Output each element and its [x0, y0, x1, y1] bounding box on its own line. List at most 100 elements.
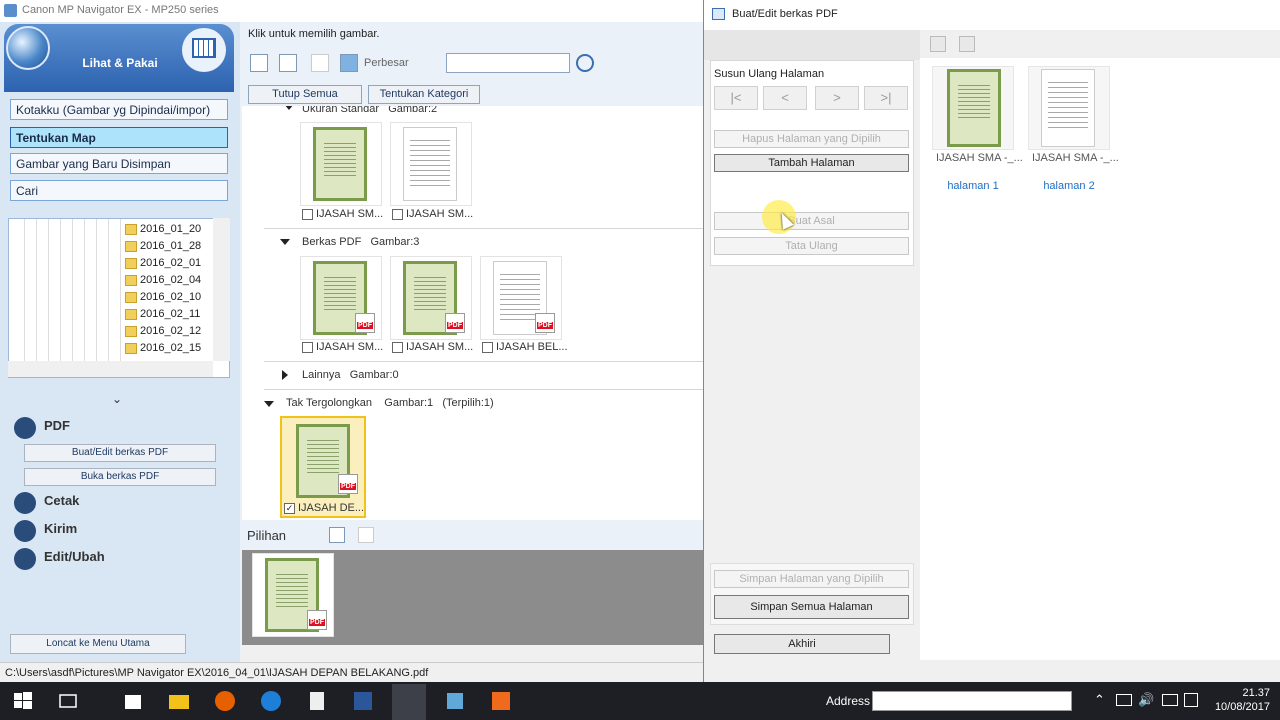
open-pdf-button[interactable]: Buka berkas PDF [24, 468, 216, 486]
system-clock[interactable]: 21.37 10/08/2017 [1200, 686, 1270, 714]
page-thumbnail[interactable] [1028, 66, 1110, 150]
collapse-arrow-icon[interactable] [282, 370, 288, 380]
input-method-icon[interactable] [1162, 694, 1178, 706]
nav-my-box[interactable]: Kotakku (Gambar yg Dipindai/impor) [10, 99, 228, 120]
delete-selected-page-button[interactable]: Hapus Halaman yang Dipilih [714, 130, 909, 148]
tree-item[interactable]: 2016_02_12 [9, 323, 214, 340]
image-list[interactable]: Ukuran Standar Gambar:2 IJASAH SM... IJA… [242, 106, 705, 520]
folder-tree[interactable]: 2016_01_20 2016_01_28 2016_02_01 2016_02… [8, 218, 230, 378]
mp-navigator-taskbar-icon[interactable] [392, 684, 426, 720]
pdf-section: PDF [12, 415, 232, 439]
expand-arrow-icon[interactable] [280, 239, 290, 245]
thumbnail-label: IJASAH SM... [406, 341, 474, 353]
notepad-icon[interactable] [304, 688, 330, 714]
selection-bar [242, 520, 705, 550]
tree-horizontal-scrollbar[interactable] [8, 361, 213, 377]
app-taskbar-icon[interactable] [442, 688, 468, 714]
next-page-button[interactable]: > [815, 86, 859, 110]
select-checkbox[interactable] [482, 342, 493, 353]
previous-page-button[interactable]: < [763, 86, 807, 110]
finish-button[interactable]: Akhiri [714, 634, 890, 654]
tree-item[interactable]: 2016_02_04 [9, 272, 214, 289]
close-all-button[interactable]: Tutup Semua [248, 85, 362, 104]
dialog-left-strip [704, 30, 920, 60]
chevron-up-icon[interactable]: ⌃ [1094, 692, 1105, 708]
image-thumbnail[interactable] [300, 122, 382, 206]
store-icon[interactable] [120, 688, 146, 714]
save-all-pages-button[interactable]: Simpan Semua Halaman [714, 595, 909, 619]
create-original-button[interactable]: Buat Asal [714, 212, 909, 230]
window-title: Canon MP Navigator EX - MP250 series [0, 0, 705, 22]
expand-arrow-icon[interactable] [284, 106, 294, 110]
chevron-down-icon[interactable]: ⌄ [112, 392, 122, 406]
pdf-badge-icon [445, 313, 465, 333]
thumbnail-view-icon[interactable] [279, 54, 297, 72]
image-thumbnail[interactable] [390, 256, 472, 340]
print-section[interactable]: Cetak [12, 490, 232, 514]
task-view-icon[interactable] [55, 688, 81, 714]
grid-view-icon[interactable] [329, 527, 345, 543]
document-image [403, 127, 457, 201]
group-title: Tak Tergolongkan Gambar:1 (Terpilih:1) [286, 397, 494, 409]
rotate-icon[interactable] [311, 54, 329, 72]
nav-recent-saved[interactable]: Gambar yang Baru Disimpan [10, 153, 228, 174]
notifications-icon[interactable] [1184, 693, 1198, 707]
taskbar [0, 682, 1280, 720]
main-menu-orb-icon[interactable] [6, 26, 50, 70]
firefox-icon[interactable] [212, 688, 238, 714]
network-icon[interactable] [1116, 694, 1132, 706]
copy-page-icon[interactable] [930, 36, 946, 52]
image-thumbnail[interactable] [300, 256, 382, 340]
tree-item[interactable]: 2016_02_10 [9, 289, 214, 306]
address-input[interactable] [872, 691, 1072, 711]
select-checkbox[interactable] [302, 342, 313, 353]
select-checkbox[interactable] [302, 209, 313, 220]
volume-icon[interactable]: 🔊 [1138, 692, 1154, 708]
folder-icon [125, 343, 137, 354]
file-explorer-icon[interactable] [166, 688, 192, 714]
save-selected-pages-button[interactable]: Simpan Halaman yang Dipilih [714, 570, 909, 588]
select-checkbox[interactable] [392, 209, 403, 220]
tree-item[interactable]: 2016_01_28 [9, 238, 214, 255]
search-icon[interactable] [576, 54, 594, 72]
tray-scrollbar[interactable] [242, 645, 705, 662]
search-input[interactable] [446, 53, 570, 73]
reset-button[interactable]: Tata Ulang [714, 237, 909, 255]
last-page-button[interactable]: >| [864, 86, 908, 110]
folder-icon [125, 309, 137, 320]
nav-search[interactable]: Cari [10, 180, 228, 201]
hint-text: Klik untuk memilih gambar. [248, 28, 380, 40]
windows-start-icon[interactable] [10, 688, 36, 714]
nav-specify-folder[interactable]: Tentukan Map [10, 127, 228, 148]
orange-app-icon[interactable] [488, 688, 514, 714]
tree-item[interactable]: 2016_02_15 [9, 340, 214, 357]
word-icon[interactable] [350, 688, 376, 714]
expand-arrow-icon[interactable] [264, 401, 274, 407]
tree-item[interactable]: 2016_02_01 [9, 255, 214, 272]
send-section[interactable]: Kirim [12, 518, 232, 542]
page-file-label: IJASAH SMA -_... [1032, 152, 1119, 164]
pdf-dialog-icon [712, 8, 725, 20]
set-category-button[interactable]: Tentukan Kategori [368, 85, 480, 104]
edge-icon[interactable] [258, 688, 284, 714]
create-edit-pdf-button[interactable]: Buat/Edit berkas PDF [24, 444, 216, 462]
tree-item[interactable]: 2016_01_20 [9, 221, 214, 238]
paste-page-icon[interactable] [959, 36, 975, 52]
list-view-icon[interactable] [358, 527, 374, 543]
page-thumbnail[interactable] [932, 66, 1014, 150]
select-checkbox-checked[interactable]: ✓ [284, 503, 295, 514]
zoom-image-icon[interactable] [340, 54, 358, 72]
jump-main-menu-button[interactable]: Loncat ke Menu Utama [10, 634, 186, 654]
tray-thumbnail[interactable] [252, 553, 334, 637]
tree-item[interactable]: 2016_02_11 [9, 306, 214, 323]
pdf-badge-icon [338, 474, 358, 494]
image-thumbnail[interactable] [480, 256, 562, 340]
image-thumbnail[interactable] [390, 122, 472, 206]
document-image [1041, 69, 1095, 147]
select-checkbox[interactable] [392, 342, 403, 353]
tree-vertical-scrollbar[interactable] [213, 218, 230, 361]
edit-section[interactable]: Edit/Ubah [12, 546, 232, 570]
grid-view-icon[interactable] [250, 54, 268, 72]
first-page-button[interactable]: |< [714, 86, 758, 110]
add-page-button[interactable]: Tambah Halaman [714, 154, 909, 172]
